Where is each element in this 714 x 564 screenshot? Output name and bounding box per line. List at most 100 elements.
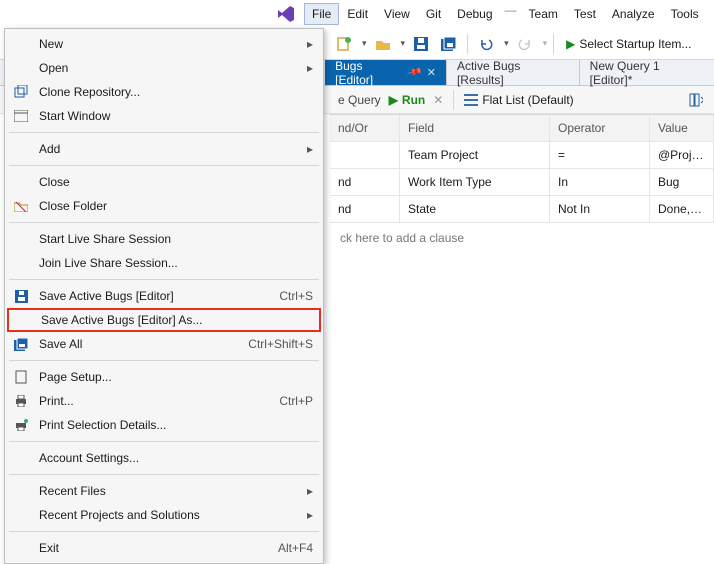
new-item-icon[interactable] xyxy=(332,32,356,56)
menu-item-label: Recent Files xyxy=(39,484,299,498)
menu-shortcut: Ctrl+S xyxy=(269,289,313,303)
save-icon[interactable] xyxy=(409,32,433,56)
menu-shortcut: Ctrl+P xyxy=(269,394,313,408)
menu-divider xyxy=(9,279,319,280)
dropdown-chevron-icon[interactable]: ▾ xyxy=(543,38,548,49)
grid-cell[interactable]: Bug xyxy=(650,169,714,196)
submenu-arrow-icon: ▸ xyxy=(307,142,313,156)
tab-new-query[interactable]: New Query 1 [Editor]* xyxy=(580,60,714,85)
grid-cell[interactable]: In xyxy=(550,169,650,196)
menu-item-save-all[interactable]: Save AllCtrl+Shift+S xyxy=(7,332,321,356)
start-button[interactable]: ▶ Select Startup Item... xyxy=(560,32,697,56)
tab-label: New Query 1 [Editor]* xyxy=(590,59,704,87)
separator xyxy=(553,34,554,54)
grid-cell[interactable]: nd xyxy=(330,196,400,223)
menu-analyze[interactable]: Analyze xyxy=(604,3,663,25)
menu-divider xyxy=(9,441,319,442)
grid-header[interactable]: Value xyxy=(650,115,714,142)
menu-item-close[interactable]: Close xyxy=(7,170,321,194)
menu-item-page-setup[interactable]: Page Setup... xyxy=(7,365,321,389)
menu-item-new[interactable]: New ▸ xyxy=(7,32,321,56)
blank-icon xyxy=(11,34,31,54)
menu-item-print[interactable]: Print...Ctrl+P xyxy=(7,389,321,413)
grid-cell[interactable]: Work Item Type xyxy=(400,169,550,196)
menu-item-recent-files[interactable]: Recent Files ▸ xyxy=(7,479,321,503)
menu-item-start-window[interactable]: Start Window xyxy=(7,104,321,128)
printsel-icon xyxy=(11,415,31,435)
grid-cell[interactable]: Team Project xyxy=(400,142,550,169)
save-query-label[interactable]: e Query xyxy=(338,93,381,107)
print-icon xyxy=(11,391,31,411)
blank-icon xyxy=(11,172,31,192)
dropdown-chevron-icon[interactable]: ▾ xyxy=(401,38,406,49)
menu-item-label: Start Window xyxy=(39,109,313,123)
menu-divider xyxy=(9,132,319,133)
blank-icon xyxy=(13,310,33,330)
page-icon xyxy=(11,367,31,387)
menu-item-label: New xyxy=(39,37,299,51)
grid-header[interactable]: Operator xyxy=(550,115,650,142)
pin-icon[interactable]: 📌 xyxy=(406,65,422,81)
grid-cell[interactable] xyxy=(330,142,400,169)
menu-debug[interactable]: Debug xyxy=(449,3,500,25)
save-all-icon[interactable] xyxy=(437,32,461,56)
query-type-selector[interactable]: Flat List (Default) xyxy=(464,93,573,107)
stop-icon[interactable]: ✕ xyxy=(433,93,443,107)
play-icon: ▶ xyxy=(389,93,398,107)
menu-item-print-selection-details[interactable]: Print Selection Details... xyxy=(7,413,321,437)
menu-item-join-live-share-session[interactable]: Join Live Share Session... xyxy=(7,251,321,275)
menu-git[interactable]: Git xyxy=(418,3,449,25)
menu-divider xyxy=(9,474,319,475)
menu-item-label: Open xyxy=(39,61,299,75)
menu-tools[interactable]: Tools xyxy=(663,3,707,25)
submenu-arrow-icon: ▸ xyxy=(307,37,313,51)
vs-logo-icon xyxy=(274,2,298,26)
menu-item-add[interactable]: Add▸ xyxy=(7,137,321,161)
menu-edit[interactable]: Edit xyxy=(339,3,376,25)
dropdown-chevron-icon[interactable]: ▾ xyxy=(362,38,367,49)
undo-icon[interactable] xyxy=(474,32,498,56)
menu-view[interactable]: View xyxy=(376,3,418,25)
menu-item-start-live-share-session[interactable]: Start Live Share Session xyxy=(7,227,321,251)
grid-cell[interactable]: @Project xyxy=(650,142,714,169)
menu-item-label: Print Selection Details... xyxy=(39,418,313,432)
run-button[interactable]: ▶Run xyxy=(389,93,426,107)
grid-cell[interactable]: Not In xyxy=(550,196,650,223)
menu-item-open[interactable]: Open▸ xyxy=(7,56,321,80)
menu-item-label: Save Active Bugs [Editor] As... xyxy=(41,313,311,327)
menu-test[interactable]: Test xyxy=(566,3,604,25)
dropdown-chevron-icon[interactable]: ▾ xyxy=(504,38,509,49)
grid-header[interactable]: Field xyxy=(400,115,550,142)
play-icon: ▶ xyxy=(566,37,575,51)
add-clause-hint[interactable]: ck here to add a clause xyxy=(330,223,714,253)
menu-file[interactable]: File xyxy=(304,3,339,25)
closefolder-icon xyxy=(11,196,31,216)
menu-item-clone-repository[interactable]: Clone Repository... xyxy=(7,80,321,104)
menu-item-recent-projects-and-solutions[interactable]: Recent Projects and Solutions▸ xyxy=(7,503,321,527)
file-menu: New▸Open▸Clone Repository...Start Window… xyxy=(4,28,324,564)
submenu-arrow-icon: ▸ xyxy=(307,484,313,498)
open-icon[interactable] xyxy=(371,32,395,56)
menubar: FileEditViewGitDebug—TeamTestAnalyzeTool… xyxy=(0,0,714,28)
menu-item-exit[interactable]: ExitAlt+F4 xyxy=(7,536,321,560)
grid-cell[interactable]: = xyxy=(550,142,650,169)
tab-active-bugs-editor[interactable]: Bugs [Editor] 📌 ✕ xyxy=(325,60,447,85)
menu-item-save-active-bugs-editor-as[interactable]: Save Active Bugs [Editor] As... xyxy=(7,308,321,332)
grid-cell[interactable]: State xyxy=(400,196,550,223)
close-icon[interactable]: ✕ xyxy=(427,66,436,79)
menu-item-close-folder[interactable]: Close Folder xyxy=(7,194,321,218)
menu-team[interactable]: Team xyxy=(521,3,566,25)
grid-cell[interactable]: Done, Completed, xyxy=(650,196,714,223)
grid-cell[interactable]: nd xyxy=(330,169,400,196)
column-options-icon[interactable] xyxy=(684,88,708,112)
grid-header[interactable]: nd/Or xyxy=(330,115,400,142)
menu-item-account-settings[interactable]: Account Settings... xyxy=(7,446,321,470)
menu-separator: — xyxy=(501,3,521,25)
blank-icon xyxy=(11,229,31,249)
menu-divider xyxy=(9,165,319,166)
menu-item-save-active-bugs-editor[interactable]: Save Active Bugs [Editor]Ctrl+S xyxy=(7,284,321,308)
menu-item-label: Join Live Share Session... xyxy=(39,256,313,270)
redo-icon[interactable] xyxy=(513,32,537,56)
tab-active-bugs-results[interactable]: Active Bugs [Results] xyxy=(447,60,580,85)
menu-item-label: Start Live Share Session xyxy=(39,232,313,246)
